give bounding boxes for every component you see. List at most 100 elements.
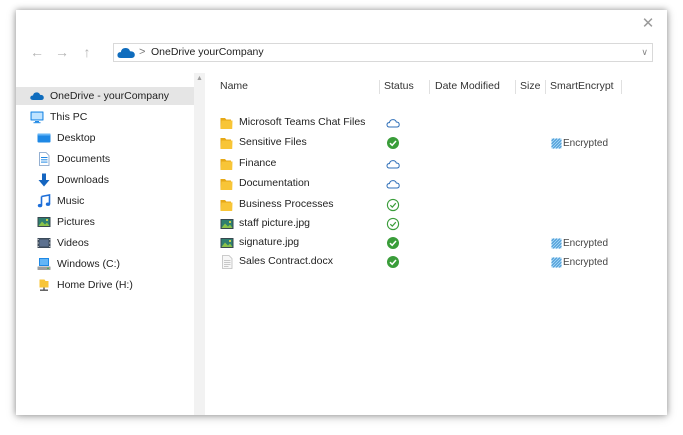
folder-icon xyxy=(220,159,233,170)
cloud-status-icon xyxy=(386,160,400,169)
folder-icon xyxy=(220,138,233,149)
sidebar-item-this-pc[interactable]: This PC xyxy=(16,108,194,126)
sidebar-item-label: OneDrive - yourCompany xyxy=(50,90,170,102)
image-file-icon xyxy=(220,219,234,229)
folder-icon xyxy=(220,118,233,129)
encrypted-shield-icon xyxy=(551,137,562,149)
back-button[interactable]: ← xyxy=(28,42,46,62)
forward-button[interactable]: → xyxy=(53,42,71,62)
pictures-icon xyxy=(37,217,51,227)
available-check-outline-icon xyxy=(386,198,400,212)
image-file-icon xyxy=(220,238,234,248)
file-row[interactable]: staff picture.jpg xyxy=(220,215,660,233)
file-row[interactable]: Sensitive Files Encrypted xyxy=(220,134,660,152)
column-header-date-modified[interactable]: Date Modified xyxy=(435,80,500,94)
folder-icon xyxy=(220,179,233,190)
sidebar-item-music[interactable]: Music xyxy=(16,192,194,210)
cloud-status-icon xyxy=(386,119,400,128)
sidebar-item-label: Downloads xyxy=(57,174,109,186)
sidebar-item-desktop[interactable]: Desktop xyxy=(16,129,194,147)
folder-icon xyxy=(220,200,233,211)
column-divider[interactable] xyxy=(515,80,516,94)
document-file-icon xyxy=(222,255,233,269)
file-name: Business Processes xyxy=(239,198,334,210)
title-bar: ✕ xyxy=(16,10,667,38)
address-bar[interactable]: > OneDrive yourCompany ∨ xyxy=(113,43,653,62)
onedrive-cloud-icon xyxy=(30,92,44,100)
breadcrumb-path[interactable]: OneDrive yourCompany xyxy=(151,45,264,60)
available-check-outline-icon xyxy=(386,217,400,231)
sidebar-item-windows-c[interactable]: Windows (C:) xyxy=(16,255,194,273)
file-row[interactable]: Documentation xyxy=(220,175,660,193)
encrypted-label: Encrypted xyxy=(563,237,609,249)
sidebar-item-label: Music xyxy=(57,195,85,207)
file-name: Sales Contract.docx xyxy=(239,255,333,267)
breadcrumb-separator: > xyxy=(139,46,146,58)
file-name: staff picture.jpg xyxy=(239,217,311,229)
network-drive-icon xyxy=(39,279,49,291)
download-arrow-icon xyxy=(38,173,50,187)
sidebar-item-home-drive[interactable]: Home Drive (H:) xyxy=(16,276,194,294)
sidebar-scrollbar[interactable]: ▲ xyxy=(194,73,205,415)
encrypted-label: Encrypted xyxy=(563,256,609,268)
arrow-left-icon: ← xyxy=(30,44,44,60)
arrow-up-icon: ↑ xyxy=(83,44,91,60)
smartencrypt-cell: Encrypted xyxy=(551,255,608,269)
encrypted-label: Encrypted xyxy=(563,137,609,149)
sidebar-item-downloads[interactable]: Downloads xyxy=(16,171,194,189)
cloud-status-icon xyxy=(386,180,400,189)
file-explorer-window: ✕ ← → ↑ > OneDrive yourCompany ∨ OneDriv… xyxy=(16,10,667,415)
column-divider[interactable] xyxy=(621,80,622,94)
scroll-up-icon[interactable]: ▲ xyxy=(194,74,205,84)
file-name: Documentation xyxy=(239,177,310,189)
onedrive-cloud-icon xyxy=(117,48,135,58)
encrypted-shield-icon xyxy=(551,256,562,268)
documents-icon xyxy=(39,152,50,166)
music-note-icon xyxy=(37,194,51,208)
close-button[interactable]: ✕ xyxy=(639,15,657,33)
synced-check-icon xyxy=(387,256,399,268)
file-row[interactable]: Microsoft Teams Chat Files xyxy=(220,114,660,132)
sidebar-item-label: Pictures xyxy=(57,216,95,228)
chevron-down-icon[interactable]: ∨ xyxy=(641,45,648,60)
column-divider[interactable] xyxy=(379,80,380,94)
drive-c-icon xyxy=(37,258,51,270)
sidebar-item-onedrive[interactable]: OneDrive - yourCompany xyxy=(16,87,194,105)
videos-icon xyxy=(37,238,51,248)
file-name: signature.jpg xyxy=(239,236,300,248)
navigation-pane: OneDrive - yourCompany This PC Desktop D… xyxy=(16,73,205,415)
file-row[interactable]: Business Processes xyxy=(220,196,660,214)
synced-check-icon xyxy=(387,137,399,149)
encrypted-shield-icon xyxy=(551,237,562,249)
file-name: Sensitive Files xyxy=(239,136,307,148)
column-header-size[interactable]: Size xyxy=(520,80,540,94)
column-header-status[interactable]: Status xyxy=(384,80,414,94)
synced-check-icon xyxy=(387,237,399,249)
sidebar-item-label: Documents xyxy=(57,153,111,165)
sidebar-item-pictures[interactable]: Pictures xyxy=(16,213,194,231)
file-row[interactable]: signature.jpg Encrypted xyxy=(220,234,660,252)
monitor-icon xyxy=(30,111,44,124)
smartencrypt-cell: Encrypted xyxy=(551,136,608,150)
file-list: Name Status Date Modified Size SmartEncr… xyxy=(206,73,667,415)
file-row[interactable]: Sales Contract.docx Encrypted xyxy=(220,253,660,271)
desktop-folder-icon xyxy=(37,133,51,143)
column-header-smartencrypt[interactable]: SmartEncrypt xyxy=(550,80,614,94)
sidebar-item-videos[interactable]: Videos xyxy=(16,234,194,252)
sidebar-item-label: Desktop xyxy=(57,132,96,144)
column-header-name[interactable]: Name xyxy=(220,80,248,94)
sidebar-item-label: Home Drive (H:) xyxy=(57,279,133,291)
sidebar-item-documents[interactable]: Documents xyxy=(16,150,194,168)
file-name: Microsoft Teams Chat Files xyxy=(239,116,366,128)
file-name: Finance xyxy=(239,157,277,169)
sidebar-item-label: Videos xyxy=(57,237,89,249)
column-divider[interactable] xyxy=(545,80,546,94)
up-button[interactable]: ↑ xyxy=(78,42,96,62)
smartencrypt-cell: Encrypted xyxy=(551,236,608,250)
file-row[interactable]: Finance xyxy=(220,155,660,173)
navigation-bar: ← → ↑ > OneDrive yourCompany ∨ xyxy=(16,42,667,64)
arrow-right-icon: → xyxy=(55,44,69,60)
sidebar-item-label: Windows (C:) xyxy=(57,258,121,270)
sidebar-item-label: This PC xyxy=(50,111,88,123)
column-divider[interactable] xyxy=(429,80,430,94)
